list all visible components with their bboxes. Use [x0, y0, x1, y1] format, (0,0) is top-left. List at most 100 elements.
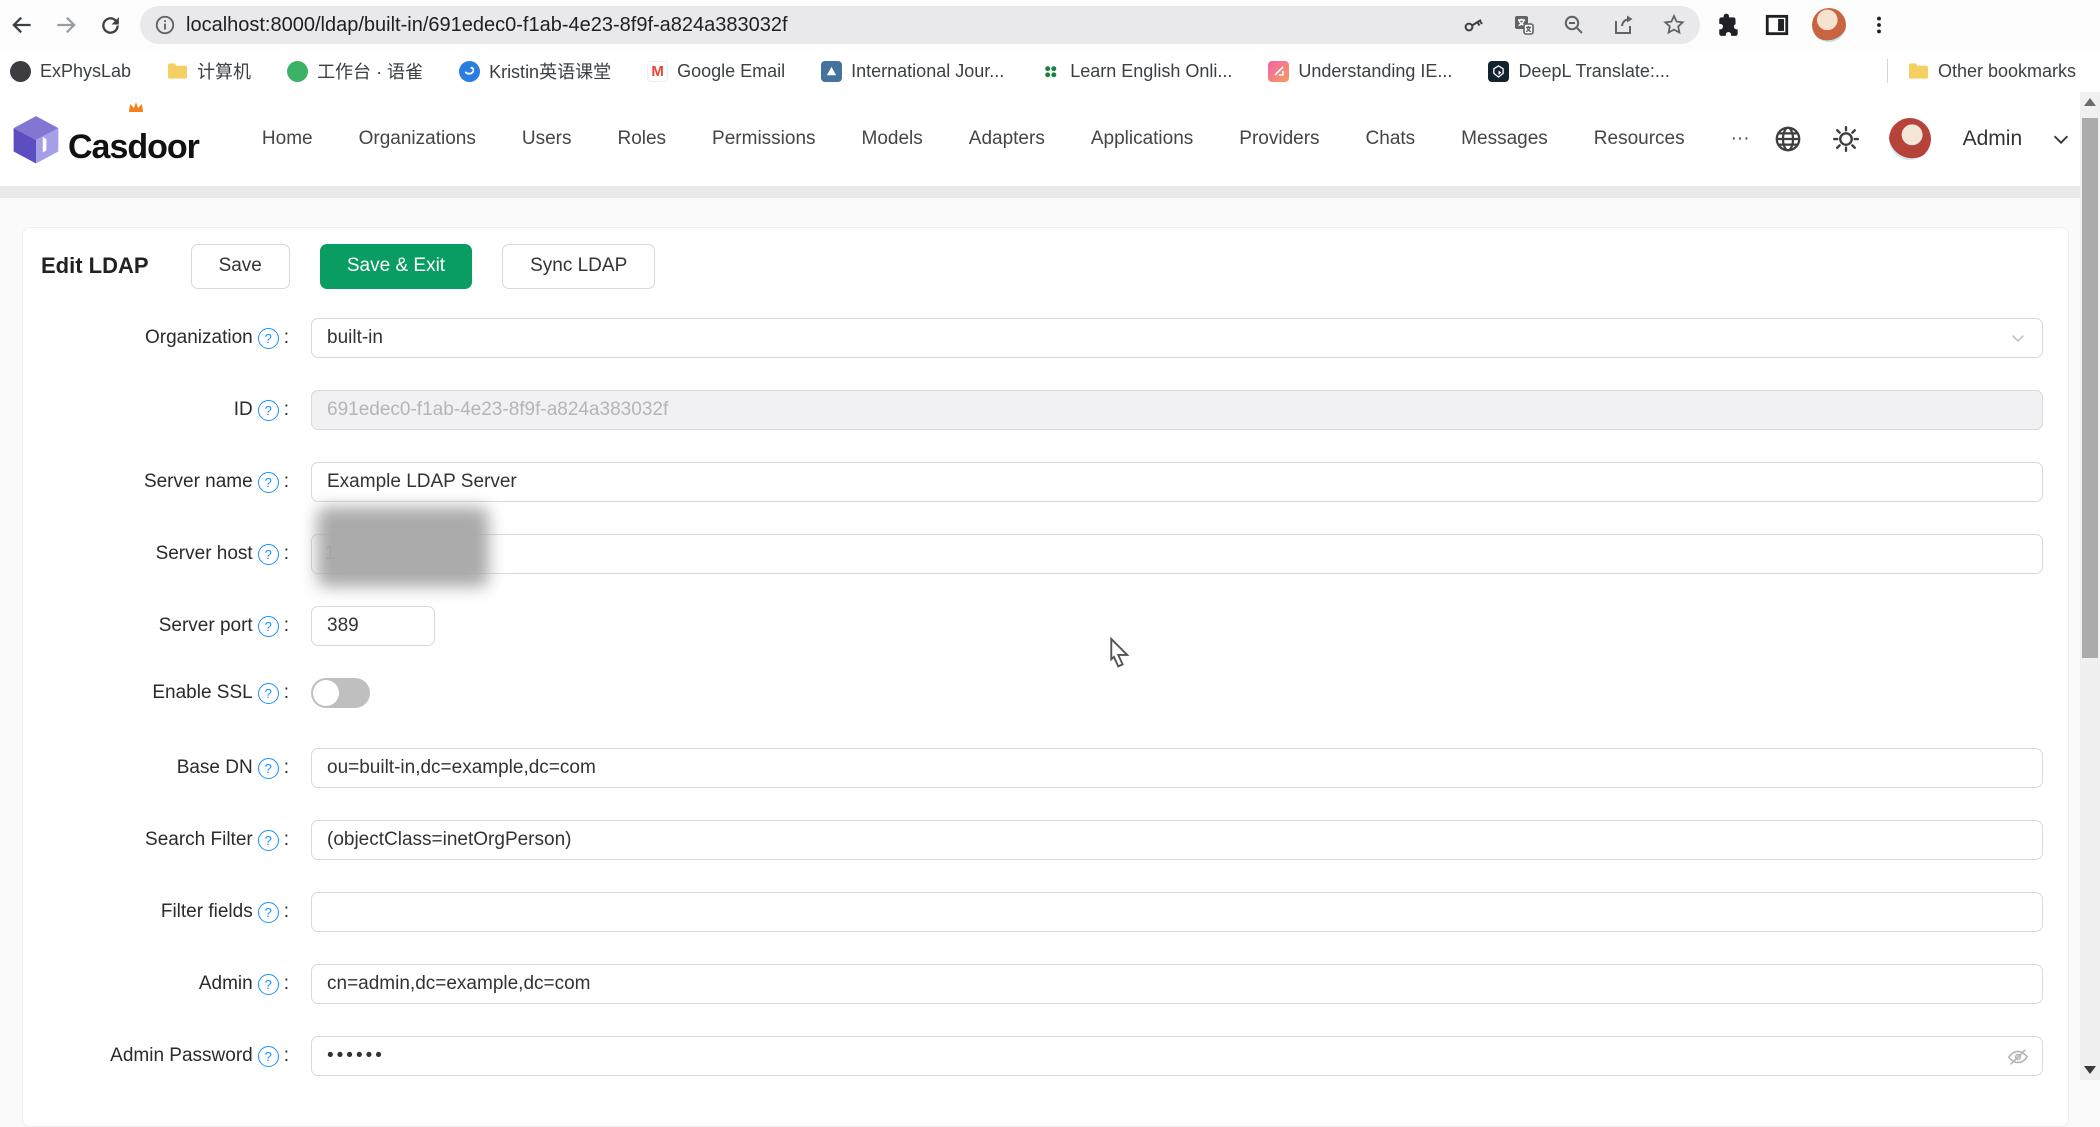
zoom-out-icon[interactable] [1562, 13, 1586, 37]
bookmark-item[interactable]: M Google Email [647, 61, 785, 82]
reload-icon [98, 13, 123, 38]
user-avatar[interactable] [1889, 118, 1931, 160]
help-icon[interactable]: ? [258, 328, 279, 349]
bookmark-item[interactable]: 工作台 · 语雀 [287, 58, 423, 84]
nav-item-models[interactable]: Models [839, 128, 946, 150]
server-port-field[interactable] [311, 606, 435, 646]
bookmark-item[interactable]: ExPhysLab [10, 61, 131, 82]
share-icon[interactable] [1612, 13, 1636, 37]
help-icon[interactable]: ? [258, 400, 279, 421]
help-icon[interactable]: ? [258, 472, 279, 493]
scroll-down-button[interactable] [2080, 1060, 2100, 1080]
nav-item-users[interactable]: Users [499, 128, 595, 150]
help-icon[interactable]: ? [258, 544, 279, 565]
select-chevron-icon [2009, 329, 2027, 347]
enable-ssl-toggle[interactable] [311, 678, 370, 708]
page-body: Edit LDAP Save Save & Exit Sync LDAP Org… [0, 198, 2080, 1080]
language-globe-icon[interactable] [1773, 124, 1803, 154]
theme-sun-icon[interactable] [1831, 124, 1861, 154]
field-label: Search Filter [145, 829, 253, 851]
nav-item-applications[interactable]: Applications [1068, 128, 1216, 150]
save-and-exit-button[interactable]: Save & Exit [320, 244, 472, 289]
bookmark-item[interactable]: Kristin英语课堂 [459, 58, 611, 84]
deepl-icon [1488, 61, 1509, 82]
bookmark-item[interactable]: DeepL Translate:... [1488, 61, 1669, 82]
nav-item-chats[interactable]: Chats [1343, 128, 1439, 150]
base-dn-field[interactable] [311, 748, 2043, 788]
form-row-admin-password: Admin Password?: [41, 1036, 2068, 1076]
header-divider [0, 186, 2080, 198]
help-icon[interactable]: ? [258, 974, 279, 995]
address-bar[interactable]: localhost:8000/ldap/built-in/691edec0-f1… [140, 6, 1700, 44]
form-row-filter-fields: Filter fields?: [41, 892, 2068, 932]
app-header: Casdoor Home Organizations Users Roles P… [0, 92, 2080, 186]
admin-dn-field[interactable] [311, 964, 2043, 1004]
form-row-server-name: Server name?: [41, 462, 2068, 502]
nav-item-adapters[interactable]: Adapters [946, 128, 1068, 150]
sync-ldap-button[interactable]: Sync LDAP [502, 244, 655, 289]
nav-item-organizations[interactable]: Organizations [336, 128, 499, 150]
translate-icon[interactable] [1512, 13, 1536, 37]
scrollbar-thumb[interactable] [2082, 118, 2098, 658]
browser-toolbar: localhost:8000/ldap/built-in/691edec0-f1… [0, 0, 2100, 50]
search-filter-field[interactable] [311, 820, 2043, 860]
sidepanel-icon[interactable] [1764, 12, 1790, 38]
help-icon[interactable]: ? [258, 830, 279, 851]
browser-menu-icon[interactable] [1868, 14, 1890, 36]
id-field [311, 390, 2043, 430]
bookmark-item[interactable]: International Jour... [821, 61, 1004, 82]
page-info-icon[interactable] [154, 14, 176, 36]
back-icon [9, 12, 35, 38]
bookmark-item[interactable]: Learn English Onli... [1040, 61, 1232, 82]
reload-button[interactable] [88, 3, 132, 47]
casdoor-logo[interactable]: Casdoor [10, 111, 199, 167]
scroll-up-button[interactable] [2080, 92, 2100, 112]
save-button[interactable]: Save [191, 244, 290, 289]
nav-item-resources[interactable]: Resources [1571, 128, 1708, 150]
filter-fields-field[interactable] [311, 892, 2043, 932]
nav-item-permissions[interactable]: Permissions [689, 128, 838, 150]
toggle-knob [313, 680, 339, 706]
field-label: Server port [159, 615, 253, 637]
help-icon[interactable]: ? [258, 758, 279, 779]
url-text[interactable]: localhost:8000/ldap/built-in/691edec0-f1… [186, 14, 1450, 37]
back-button[interactable] [0, 3, 44, 47]
nav-item-home[interactable]: Home [239, 128, 336, 150]
chevron-down-icon[interactable] [2050, 128, 2072, 150]
bookmark-item[interactable]: 计算机 [167, 58, 251, 84]
extensions-icon[interactable] [1716, 12, 1742, 38]
nav-item-roles[interactable]: Roles [594, 128, 689, 150]
help-icon[interactable]: ? [258, 616, 279, 637]
field-label: ID [234, 399, 253, 421]
form-row-server-port: Server port?: [41, 606, 2068, 646]
bookmark-item[interactable]: Understanding IE... [1268, 61, 1452, 82]
folder-icon [1908, 61, 1929, 82]
form-row-search-filter: Search Filter?: [41, 820, 2068, 860]
nav-item-more[interactable]: ··· [1708, 128, 1773, 150]
field-label: Filter fields [161, 901, 253, 923]
page-scrollbar[interactable] [2080, 92, 2100, 1080]
user-name[interactable]: Admin [1963, 127, 2023, 151]
nav-item-messages[interactable]: Messages [1438, 128, 1571, 150]
field-label: Server name [144, 471, 253, 493]
help-icon[interactable]: ? [258, 683, 279, 704]
ldap-form: Organization?: built-in ID?: Server name… [41, 318, 2068, 1076]
password-visibility-icon[interactable] [2007, 1046, 2029, 1068]
bookmark-star-icon[interactable] [1662, 13, 1686, 37]
browser-profile-avatar[interactable] [1812, 8, 1846, 42]
organization-select[interactable]: built-in [311, 318, 2043, 358]
other-bookmarks-button[interactable]: Other bookmarks [1908, 61, 2076, 82]
forward-button[interactable] [44, 3, 88, 47]
forward-icon [53, 12, 79, 38]
field-label: Admin [199, 973, 253, 995]
server-name-field[interactable] [311, 462, 2043, 502]
password-key-icon[interactable] [1462, 13, 1486, 37]
pink-gradient-icon [1268, 61, 1289, 82]
nav-item-providers[interactable]: Providers [1216, 128, 1342, 150]
field-label: Server host [156, 543, 253, 565]
help-icon[interactable]: ? [258, 902, 279, 923]
server-host-field[interactable] [311, 534, 2043, 574]
admin-password-field[interactable] [311, 1036, 2043, 1076]
form-row-organization: Organization?: built-in [41, 318, 2068, 358]
help-icon[interactable]: ? [258, 1046, 279, 1067]
